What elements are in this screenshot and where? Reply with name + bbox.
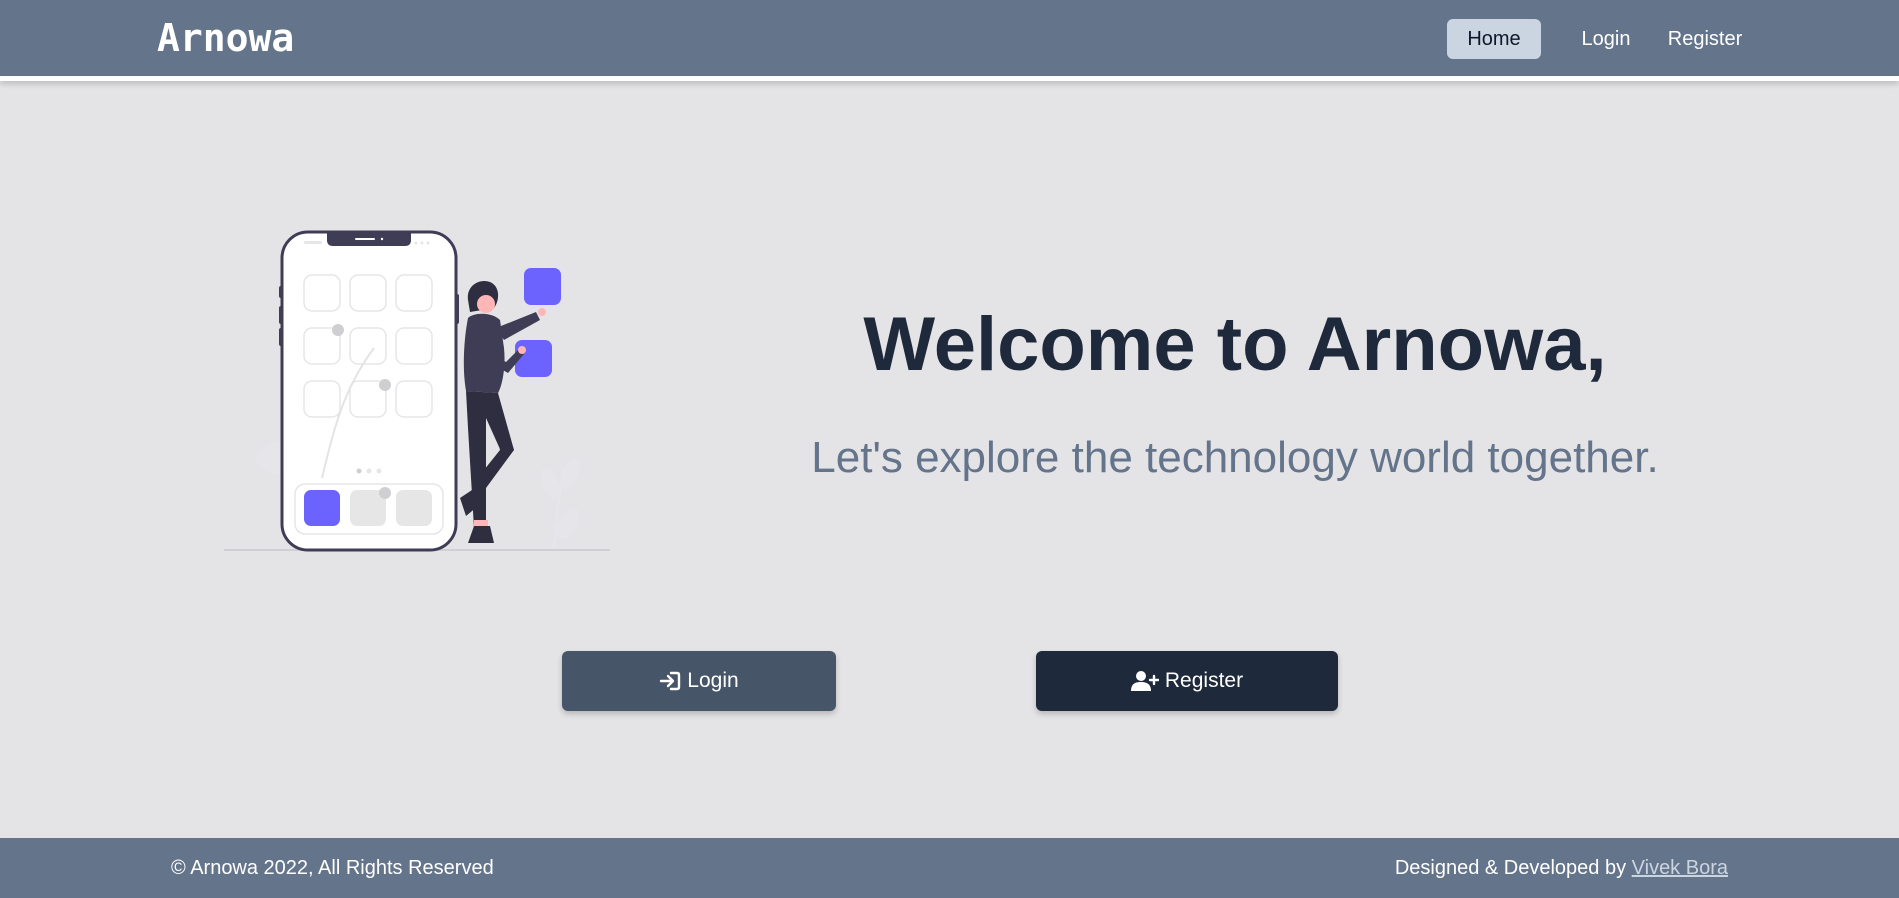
author-link[interactable]: Vivek Bora <box>1632 857 1728 879</box>
login-button-label: Login <box>687 669 739 692</box>
register-button-label: Register <box>1164 669 1244 692</box>
header-divider <box>0 76 1899 81</box>
nav-register[interactable]: Register <box>1664 19 1746 59</box>
nav-home[interactable]: Home <box>1447 19 1541 59</box>
hero-title: Welcome to Arnowa, <box>863 302 1607 387</box>
phone-woman-illustration <box>224 230 610 552</box>
top-navbar: Arnowa Home Login Register <box>0 0 1899 76</box>
footer: © Arnowa 2022, All Rights Reserved Desig… <box>0 838 1899 898</box>
footer-credit: Designed & Developed by Vivek Bora <box>1395 838 1728 898</box>
copyright-text: © Arnowa 2022, All Rights Reserved <box>171 857 494 879</box>
user-plus-icon <box>1130 670 1159 692</box>
credit-prefix: Designed & Developed by <box>1394 857 1627 879</box>
woman-figure <box>460 280 546 543</box>
sign-in-icon <box>659 671 681 691</box>
login-button[interactable]: Login <box>562 651 836 711</box>
hero-illustration <box>224 228 614 558</box>
nav-login[interactable]: Login <box>1574 19 1638 59</box>
brand-logo[interactable]: Arnowa <box>157 14 294 62</box>
hero-subtitle: Let's explore the technology world toget… <box>811 433 1659 482</box>
register-button[interactable]: Register <box>1036 651 1338 711</box>
